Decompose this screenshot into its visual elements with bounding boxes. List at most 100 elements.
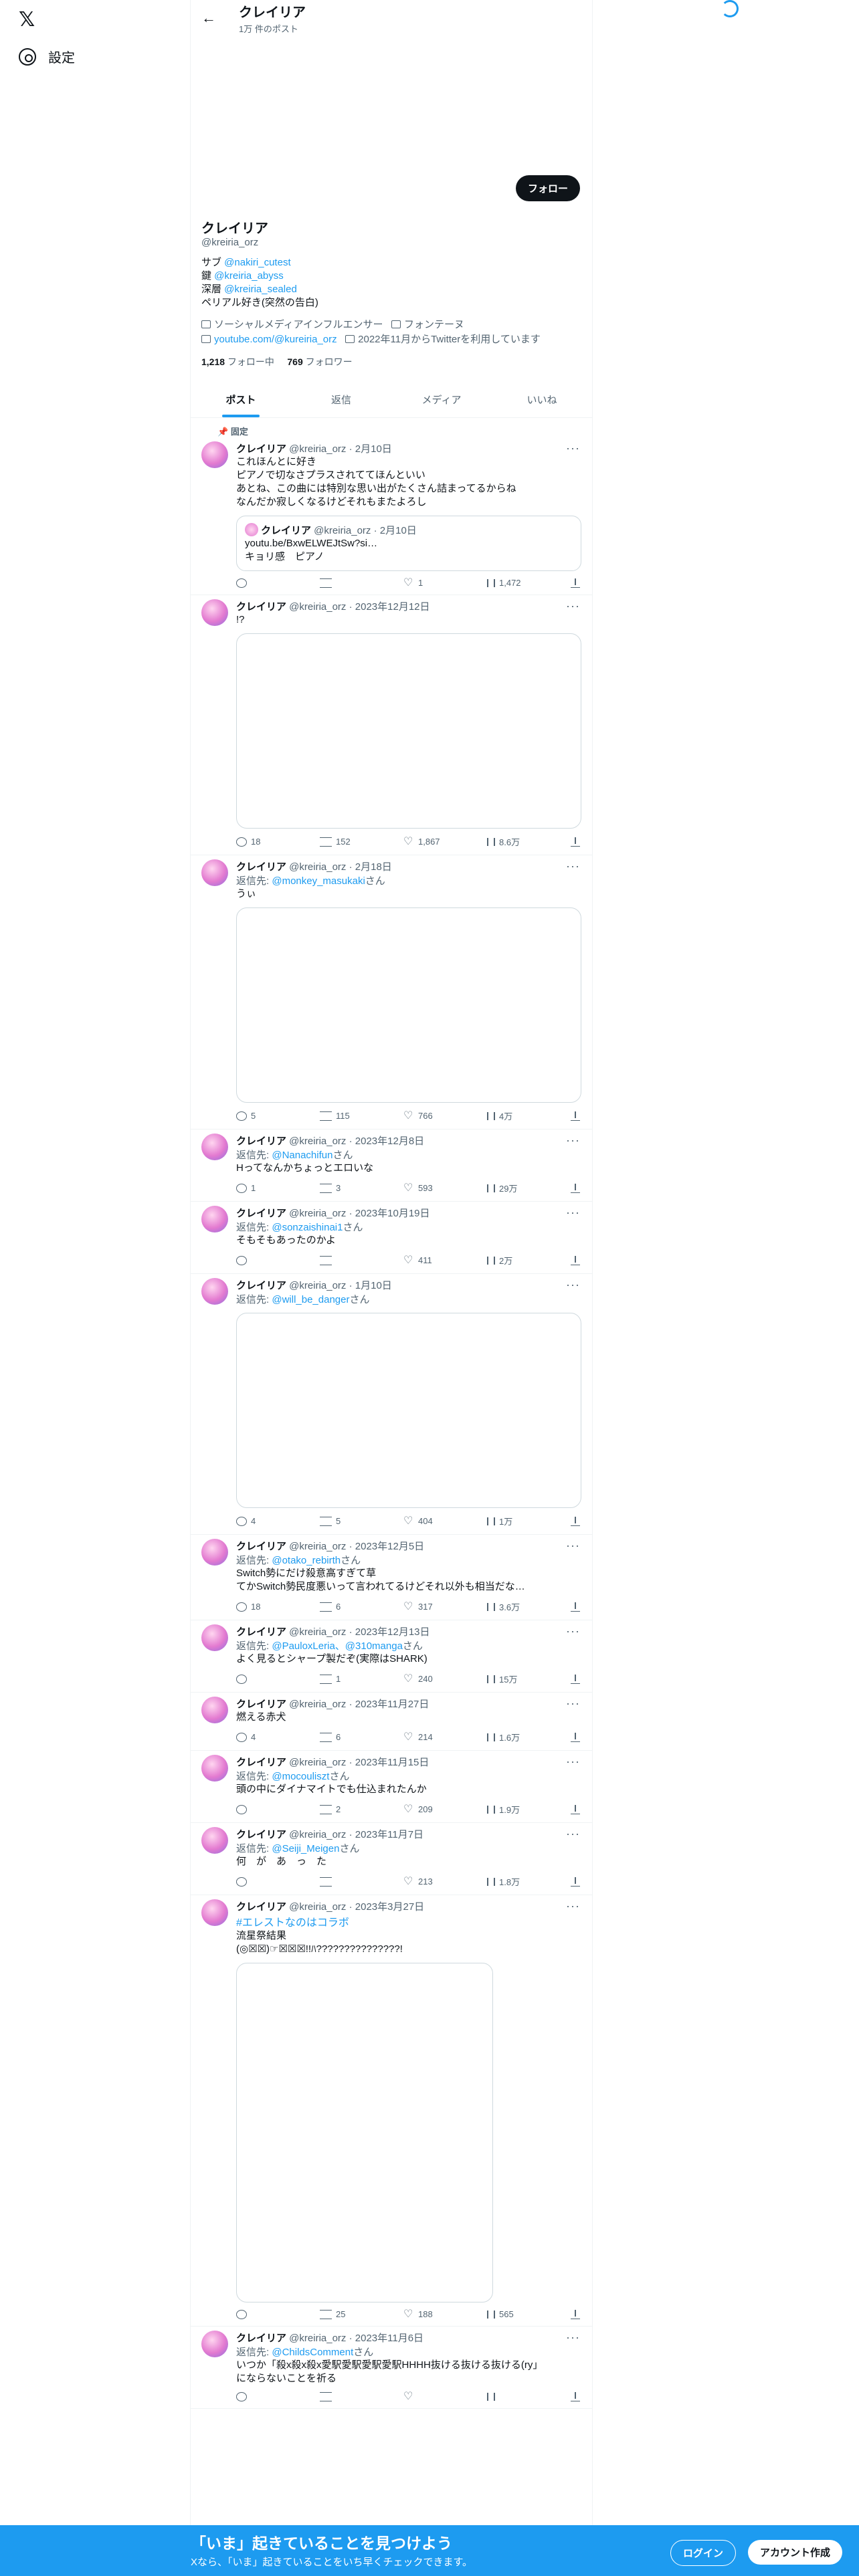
reply-handle[interactable]: @otako_rebirth	[272, 1555, 341, 1566]
author-name[interactable]: クレイリア	[236, 1626, 286, 1638]
author-name[interactable]: クレイリア	[236, 1541, 286, 1552]
views-button[interactable]: 1.6万	[487, 1731, 527, 1743]
more-icon[interactable]: ···	[566, 441, 580, 455]
tweet-date[interactable]: 2023年3月27日	[355, 1901, 424, 1913]
signup-button[interactable]: アカウント作成	[748, 2540, 843, 2565]
author-name[interactable]: クレイリア	[236, 1136, 286, 1147]
share-button[interactable]	[571, 1875, 581, 1888]
tweet-media[interactable]	[236, 1313, 581, 1508]
retweet-button[interactable]: 1	[320, 1673, 360, 1685]
share-button[interactable]	[571, 1600, 581, 1613]
views-button[interactable]: 1.9万	[487, 1803, 527, 1816]
like-button[interactable]: ♡ 214	[403, 1731, 444, 1743]
avatar[interactable]	[201, 441, 228, 468]
reply-button[interactable]	[236, 1875, 276, 1888]
tweet-10[interactable]: ··· クレイリア @kreiria_orz · 2023年11月15日 返信先: …	[191, 1751, 592, 1823]
tab-media[interactable]: メディア	[391, 382, 492, 417]
like-button[interactable]: ♡ 411	[403, 1254, 444, 1267]
like-button[interactable]: ♡ 209	[403, 1803, 444, 1816]
tweet-2[interactable]: ··· クレイリア @kreiria_orz · 2023年12月12日!? 18 1…	[191, 595, 592, 855]
share-button[interactable]	[571, 1673, 581, 1685]
tab-posts[interactable]: ポスト	[191, 382, 291, 417]
retweet-button[interactable]: 6	[320, 1600, 360, 1613]
bio-link[interactable]: @nakiri_cutest	[224, 257, 290, 268]
like-button[interactable]: ♡ 188	[403, 2309, 444, 2319]
avatar[interactable]	[201, 1755, 228, 1782]
more-icon[interactable]: ···	[566, 1697, 580, 1711]
reply-handle[interactable]: @Seiji_Meigen	[272, 1843, 339, 1854]
author-name[interactable]: クレイリア	[236, 1280, 286, 1291]
tweet-13[interactable]: ··· クレイリア @kreiria_orz · 2023年11月6日 返信先: @…	[191, 2327, 592, 2409]
share-button[interactable]	[571, 1254, 581, 1267]
more-icon[interactable]: ···	[566, 859, 580, 873]
share-button[interactable]	[571, 1182, 581, 1194]
avatar[interactable]	[201, 1134, 228, 1160]
tweet-date[interactable]: 2023年12月8日	[355, 1136, 424, 1147]
avatar[interactable]	[201, 599, 228, 626]
tweet-1[interactable]: ··· クレイリア @kreiria_orz · 2月10日 これほんとに好き ピア…	[191, 437, 592, 595]
retweet-button[interactable]: 6	[320, 1731, 360, 1743]
views-button[interactable]: 565	[487, 2309, 527, 2319]
tweet-date[interactable]: 2023年11月6日	[355, 2333, 423, 2344]
share-button[interactable]	[571, 1731, 581, 1743]
like-button[interactable]: ♡ 404	[403, 1515, 444, 1527]
tweet-date[interactable]: 2023年12月5日	[355, 1541, 424, 1552]
like-button[interactable]: ♡ 593	[403, 1182, 444, 1194]
more-icon[interactable]: ···	[566, 1624, 580, 1638]
like-button[interactable]: ♡ 766	[403, 1109, 444, 1122]
more-icon[interactable]: ···	[566, 1827, 580, 1841]
views-button[interactable]: 15万	[487, 1673, 527, 1685]
tweet-date[interactable]: 1月10日	[355, 1280, 392, 1291]
settings-nav-item[interactable]: 設定	[19, 47, 75, 66]
reply-button[interactable]: 5	[236, 1109, 276, 1122]
x-logo-icon[interactable]: 𝕏	[19, 8, 35, 31]
like-button[interactable]: ♡ 317	[403, 1600, 444, 1613]
more-icon[interactable]: ···	[566, 1278, 580, 1292]
tweet-media[interactable]	[236, 907, 581, 1103]
login-button[interactable]: ログイン	[670, 2540, 737, 2566]
tweet-7[interactable]: ··· クレイリア @kreiria_orz · 2023年12月5日 返信先: @…	[191, 1535, 592, 1620]
avatar[interactable]	[201, 1539, 228, 1566]
follow-button[interactable]: フォロー	[515, 175, 580, 201]
like-button[interactable]: ♡ 240	[403, 1673, 444, 1685]
more-icon[interactable]: ···	[566, 1899, 580, 1913]
tweet-media[interactable]	[236, 1963, 493, 2302]
reply-handle[interactable]: @PauloxLeria、@310manga	[272, 1640, 403, 1652]
retweet-button[interactable]	[320, 578, 360, 588]
tweet-media[interactable]	[236, 633, 581, 829]
more-icon[interactable]: ···	[566, 1539, 580, 1553]
reply-button[interactable]	[236, 2392, 276, 2401]
reply-button[interactable]: 18	[236, 835, 276, 848]
more-icon[interactable]: ···	[566, 1134, 580, 1148]
author-name[interactable]: クレイリア	[236, 2333, 286, 2344]
reply-button[interactable]	[236, 1254, 276, 1267]
reply-handle[interactable]: @sonzaishinai1	[272, 1222, 343, 1233]
retweet-button[interactable]: 115	[320, 1109, 360, 1122]
tweet-date[interactable]: 2023年10月19日	[355, 1208, 430, 1219]
share-button[interactable]	[571, 1803, 581, 1816]
views-button[interactable]: 4万	[487, 1109, 527, 1122]
share-button[interactable]	[571, 2392, 581, 2401]
retweet-button[interactable]: 25	[320, 2309, 360, 2319]
share-button[interactable]	[571, 835, 581, 848]
tweet-4[interactable]: ··· クレイリア @kreiria_orz · 2023年12月8日 返信先: @…	[191, 1130, 592, 1202]
like-button[interactable]: ♡ 1	[403, 577, 444, 588]
reply-button[interactable]: 1	[236, 1182, 276, 1194]
reply-button[interactable]	[236, 1803, 276, 1816]
following-link[interactable]: 1,218 フォロー中	[201, 356, 274, 367]
avatar[interactable]	[201, 1827, 228, 1854]
author-name[interactable]: クレイリア	[236, 1699, 286, 1710]
avatar[interactable]	[201, 1697, 228, 1723]
reply-button[interactable]	[236, 578, 276, 588]
tweet-5[interactable]: ··· クレイリア @kreiria_orz · 2023年10月19日 返信先: …	[191, 1202, 592, 1274]
tweet-12[interactable]: ··· クレイリア @kreiria_orz · 2023年3月27日 #エレストな…	[191, 1895, 592, 2327]
retweet-button[interactable]	[320, 1875, 360, 1888]
tab-likes[interactable]: いいね	[492, 382, 592, 417]
reply-button[interactable]	[236, 1673, 276, 1685]
views-button[interactable]: 1.8万	[487, 1875, 527, 1888]
avatar[interactable]	[201, 859, 228, 886]
share-button[interactable]	[571, 2309, 581, 2319]
tweet-9[interactable]: ··· クレイリア @kreiria_orz · 2023年11月27日 燃える赤犬…	[191, 1693, 592, 1751]
reply-button[interactable]: 4	[236, 1515, 276, 1527]
author-name[interactable]: クレイリア	[236, 1829, 286, 1840]
